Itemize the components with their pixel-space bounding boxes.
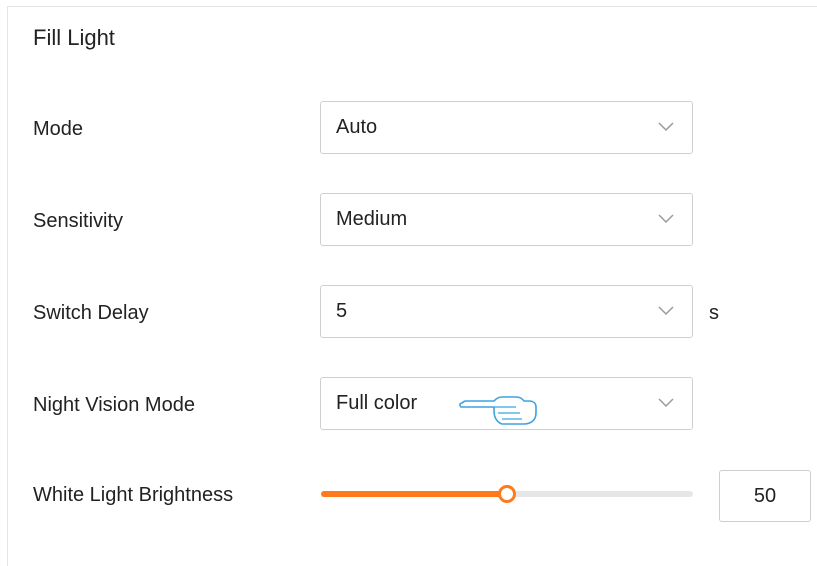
brightness-slider[interactable] — [321, 485, 693, 503]
chevron-down-icon — [658, 214, 674, 224]
night-vision-mode-select-value: Full color — [336, 392, 418, 414]
chevron-down-icon — [658, 122, 674, 132]
brightness-slider-thumb[interactable] — [498, 485, 516, 503]
night-vision-mode-label: Night Vision Mode — [33, 394, 195, 416]
mode-label: Mode — [33, 118, 84, 140]
chevron-down-icon — [658, 398, 674, 408]
switch-delay-label: Switch Delay — [33, 302, 149, 324]
brightness-slider-fill — [321, 491, 507, 497]
section-title: Fill Light — [33, 25, 115, 50]
mode-select-value: Auto — [336, 116, 378, 138]
chevron-down-icon — [658, 306, 674, 316]
switch-delay-unit: s — [709, 302, 719, 324]
sensitivity-label: Sensitivity — [33, 210, 124, 232]
mode-select[interactable]: Auto — [320, 101, 693, 154]
sensitivity-select[interactable]: Medium — [320, 193, 693, 246]
white-light-brightness-label: White Light Brightness — [33, 484, 234, 506]
switch-delay-select[interactable]: 5 — [320, 285, 693, 338]
pointing-hand-cursor-icon — [459, 396, 537, 425]
brightness-value-input[interactable] — [719, 470, 811, 522]
sensitivity-select-value: Medium — [336, 208, 408, 230]
switch-delay-select-value: 5 — [336, 300, 348, 322]
